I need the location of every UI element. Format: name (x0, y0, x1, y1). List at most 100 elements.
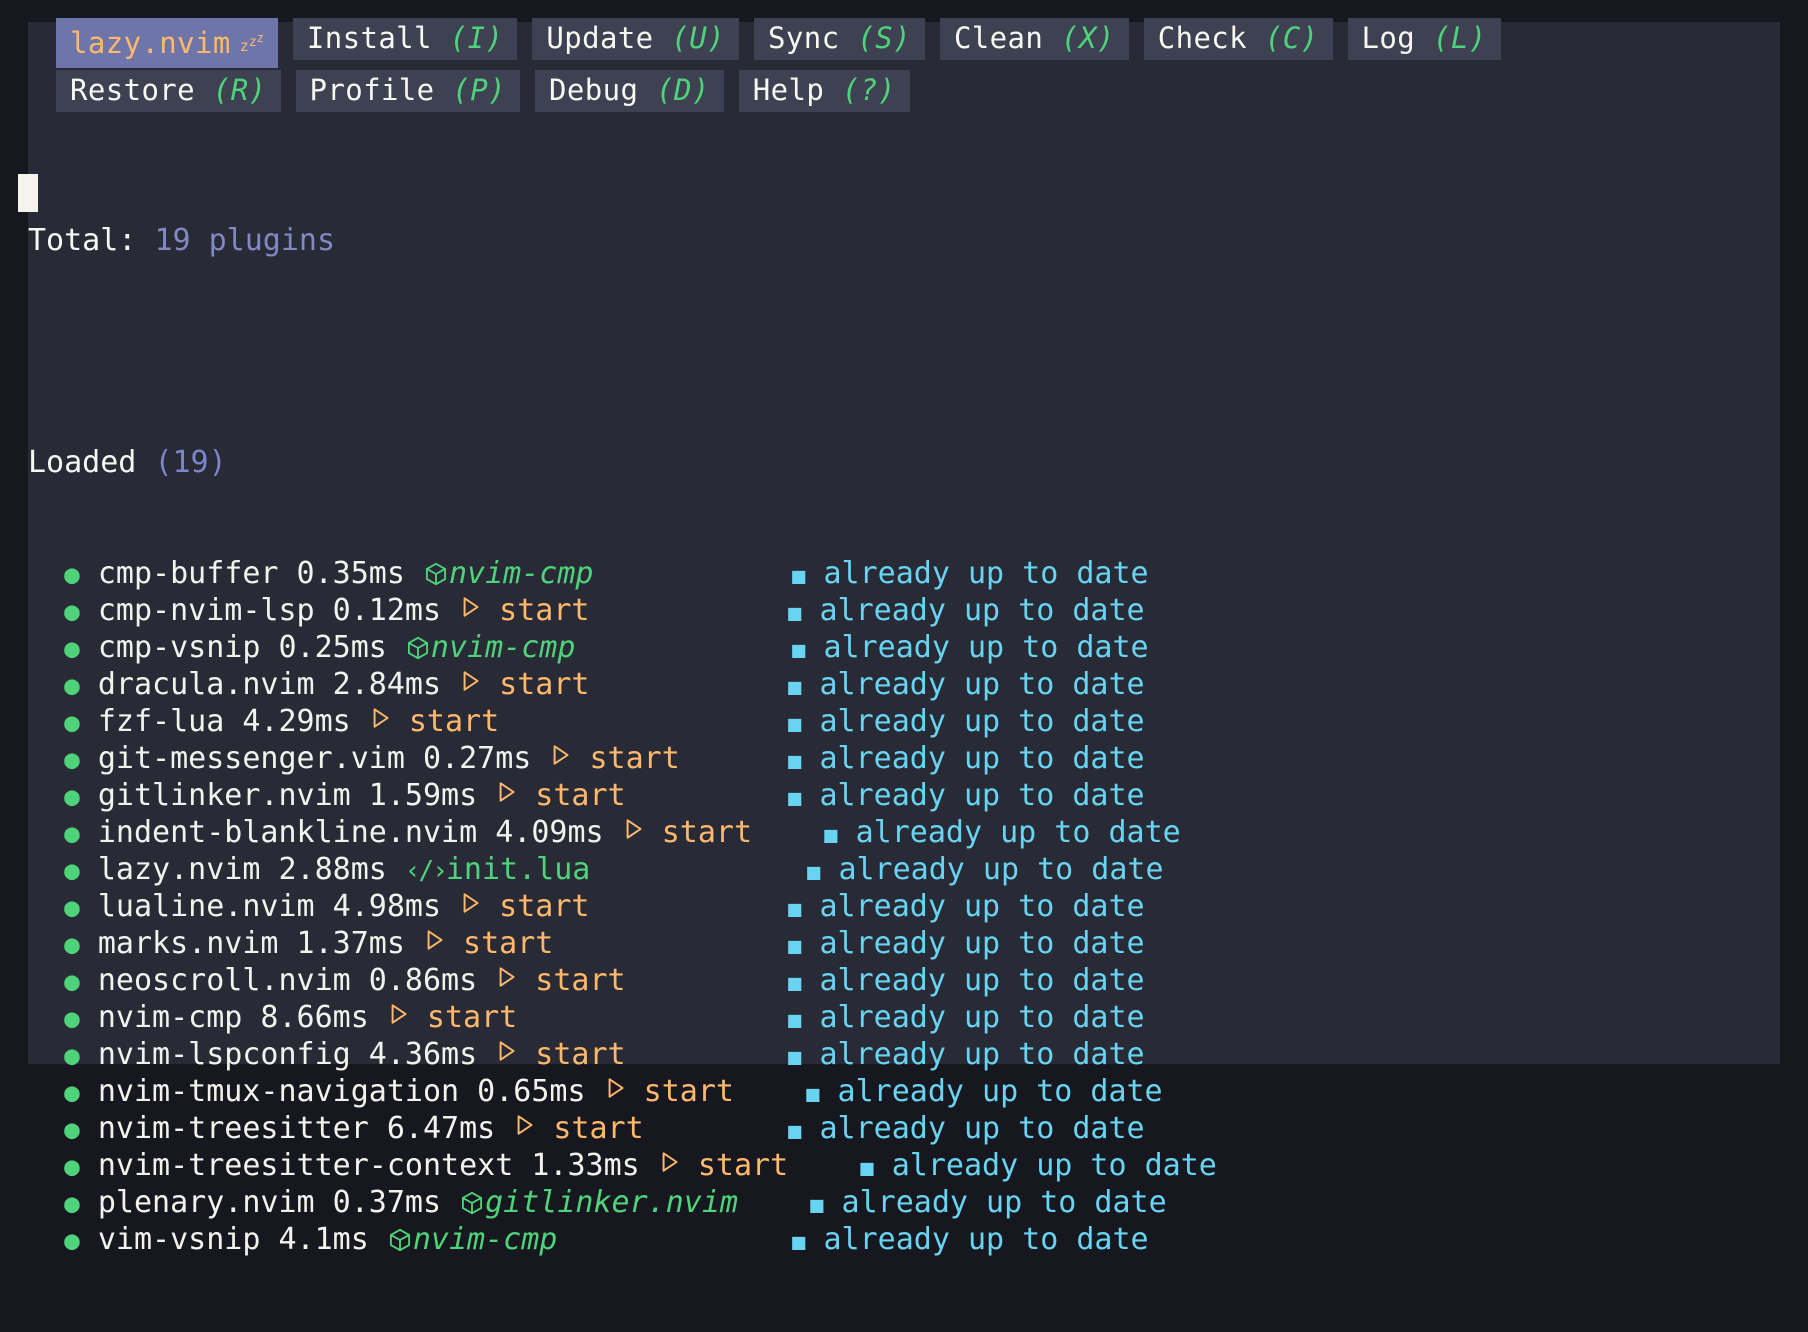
plugin-row[interactable]: ● lualine.nvim 4.98ms start ■ already up… (28, 888, 1728, 925)
row-indent (28, 1000, 64, 1035)
plugin-load-time: 0.12ms (332, 593, 442, 628)
plugin-name: nvim-lspconfig (97, 1037, 351, 1072)
sp (80, 1148, 98, 1183)
sp (80, 778, 98, 813)
plugin-status: already up to date (819, 926, 1145, 961)
plugin-row[interactable]: ● cmp-vsnip 0.25ms nvim-cmp ■ already up… (28, 629, 1728, 666)
plugin-load-time: 4.29ms (242, 704, 351, 739)
tab-label: Clean (953, 21, 1044, 55)
plugin-load-reason: start (499, 667, 590, 702)
column-gap (575, 630, 792, 665)
plugin-load-time: 4.36ms (368, 1037, 478, 1072)
column-gap (589, 889, 788, 924)
column-gap (734, 1074, 806, 1109)
plugin-load-time: 6.47ms (386, 1111, 496, 1146)
tab-profile[interactable]: Profile (P) (295, 70, 520, 112)
tab-update[interactable]: Update (U) (532, 18, 740, 60)
plugin-list-content: Total: 19 plugins Loaded (19) ● cmp-buff… (28, 148, 1728, 1332)
tab-sync[interactable]: Sync (S) (754, 18, 925, 60)
tab-restore[interactable]: Restore (R) (56, 70, 281, 112)
play-triangle-icon (495, 782, 517, 812)
row-indent (28, 704, 64, 739)
tab-help[interactable]: Help (?) (738, 70, 910, 112)
plugin-row[interactable]: ● indent-blankline.nvim 4.09ms start ■ a… (28, 814, 1728, 851)
status-square-icon: ■ (788, 934, 802, 959)
row-indent (28, 1148, 64, 1183)
column-gap (589, 667, 788, 702)
plugin-name: nvim-treesitter-context (97, 1148, 514, 1183)
row-indent (28, 741, 64, 776)
plugin-row[interactable]: ● fzf-lua 4.29ms start ■ already up to d… (28, 703, 1728, 740)
plugin-row[interactable]: ● cmp-nvim-lsp 0.12ms start ■ already up… (28, 592, 1728, 629)
plugin-load-reason: init.lua (445, 852, 591, 887)
status-square-icon: ■ (807, 860, 821, 885)
plugin-row[interactable]: ● neoscroll.nvim 0.86ms start ■ already … (28, 962, 1728, 999)
plugin-status: already up to date (819, 1000, 1145, 1035)
plugin-row[interactable]: ● nvim-treesitter-context 1.33ms start ■… (28, 1147, 1728, 1184)
plugin-status: already up to date (837, 1074, 1163, 1109)
loaded-bullet-icon: ● (64, 967, 80, 997)
plugin-load-time: 1.37ms (296, 926, 405, 961)
plugin-load-reason: start (499, 889, 590, 924)
tab-hotkey: (I) (449, 21, 504, 55)
plugin-load-time: 2.84ms (332, 667, 442, 702)
sleep-zzz-icon: zzz (239, 31, 264, 55)
tab-install[interactable]: Install (I) (292, 18, 518, 60)
plugin-load-time: 4.98ms (332, 889, 442, 924)
plugin-status: already up to date (841, 1185, 1167, 1220)
plugin-row[interactable]: ● nvim-treesitter 6.47ms start ■ already… (28, 1110, 1728, 1147)
tab-check[interactable]: Check (C) (1143, 18, 1333, 60)
plugin-name: git-messenger.vim (97, 741, 405, 776)
plugin-name: cmp-buffer (97, 556, 279, 591)
plugin-load-time: 1.33ms (531, 1148, 640, 1183)
column-gap (557, 1222, 792, 1257)
plugin-load-time: 8.66ms (260, 1000, 369, 1035)
plugin-load-reason: start (535, 1037, 626, 1072)
tab-debug[interactable]: Debug (D) (535, 70, 724, 112)
status-square-icon: ■ (788, 749, 802, 774)
plugin-load-time: 0.27ms (422, 741, 532, 776)
play-triangle-icon (604, 1078, 626, 1108)
loaded-bullet-icon: ● (64, 560, 80, 590)
package-cube-icon (405, 633, 431, 660)
sp (80, 889, 98, 924)
tab-log[interactable]: Log (L) (1347, 18, 1501, 60)
plugin-load-reason: start (553, 1111, 644, 1146)
tab-lazy-nvim[interactable]: lazy.nvim zzz (56, 18, 278, 68)
play-triangle-icon (622, 819, 644, 849)
total-label: Total: (28, 223, 137, 258)
plugin-row[interactable]: ● nvim-tmux-navigation 0.65ms start ■ al… (28, 1073, 1728, 1110)
column-gap (517, 1000, 788, 1035)
tab-row-primary: lazy.nvim zzz Install (I) Update (U) Sync (… (56, 18, 1501, 68)
plugin-row[interactable]: ● git-messenger.vim 0.27ms start ■ alrea… (28, 740, 1728, 777)
plugin-load-time: 4.1ms (278, 1222, 369, 1257)
column-gap (626, 1037, 789, 1072)
plugin-row[interactable]: ● lazy.nvim 2.88ms ‹/›init.lua ■ already… (28, 851, 1728, 888)
play-triangle-icon (513, 1115, 535, 1145)
plugin-row[interactable]: ● plenary.nvim 0.37ms gitlinker.nvim ■ a… (28, 1184, 1728, 1221)
package-cube-icon (459, 1188, 485, 1215)
loaded-bullet-icon: ● (64, 1041, 80, 1071)
column-gap (788, 1148, 860, 1183)
row-indent (28, 1111, 64, 1146)
row-indent (28, 1037, 64, 1072)
plugin-status: already up to date (855, 815, 1181, 850)
plugin-row[interactable]: ● marks.nvim 1.37ms start ■ already up t… (28, 925, 1728, 962)
package-cube-icon (387, 1225, 413, 1252)
total-value: 19 plugins (154, 223, 336, 258)
plugin-row[interactable]: ● nvim-cmp 8.66ms start ■ already up to … (28, 999, 1728, 1036)
loaded-bullet-icon: ● (64, 1189, 80, 1219)
plugin-load-reason: start (535, 963, 626, 998)
plugin-row[interactable]: ● cmp-buffer 0.35ms nvim-cmp ■ already u… (28, 555, 1728, 592)
plugin-row[interactable]: ● vim-vsnip 4.1ms nvim-cmp ■ already up … (28, 1221, 1728, 1258)
plugin-row[interactable]: ● gitlinker.nvim 1.59ms start ■ already … (28, 777, 1728, 814)
plugin-row[interactable]: ● dracula.nvim 2.84ms start ■ already up… (28, 666, 1728, 703)
tab-clean[interactable]: Clean (X) (939, 18, 1129, 60)
sp (80, 593, 98, 628)
sp (80, 963, 98, 998)
plugin-row[interactable]: ● nvim-lspconfig 4.36ms start ■ already … (28, 1036, 1728, 1073)
tab-row-secondary: Restore (R) Profile (P) Debug (D) Help (?) (56, 70, 1501, 112)
status-square-icon: ■ (824, 823, 838, 848)
row-indent (28, 815, 64, 850)
loaded-bullet-icon: ● (64, 1078, 80, 1108)
